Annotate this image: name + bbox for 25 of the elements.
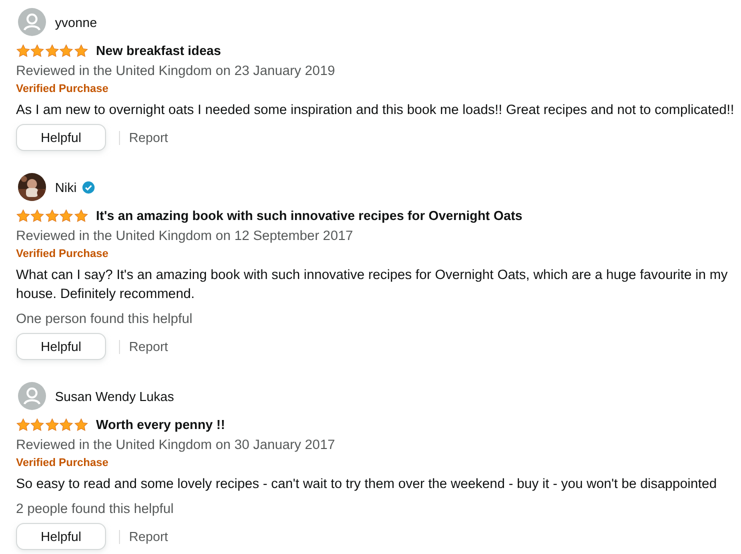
helpful-count: 2 people found this helpful bbox=[16, 500, 175, 518]
author-name: Susan Wendy Lukas bbox=[55, 388, 174, 404]
review-text: So easy to read and some lovely recipes - can't wait to try them over the weekend - buy it - you won't be disappointed bbox=[16, 475, 718, 493]
author-name: Niki bbox=[55, 180, 77, 194]
review-date: Reviewed in the United Kingdom on 12 September 2017 bbox=[16, 227, 354, 245]
report-link[interactable]: Report bbox=[129, 130, 168, 145]
review-title: Worth every penny !! bbox=[96, 417, 226, 432]
review-date: Reviewed in the United Kingdom on 30 January 2017 bbox=[16, 436, 336, 454]
review-text: What can I say? It's an amazing book with such innovative recipes for Overnight Oats, which are a huge favourite in my house. Definitely recommend. bbox=[16, 266, 729, 303]
review-title: It's an amazing book with such innovative recipes for Overnight Oats bbox=[96, 208, 522, 223]
verified-purchase-label: Verified Purchase bbox=[16, 82, 110, 97]
report-link[interactable]: Report bbox=[129, 339, 168, 354]
report-link[interactable]: Report bbox=[129, 529, 168, 544]
helpful-button[interactable]: Helpful bbox=[16, 523, 106, 550]
review-date: Reviewed in the United Kingdom on 23 January 2019 bbox=[16, 62, 336, 80]
verified-purchase-label: Verified Purchase bbox=[16, 247, 110, 262]
review-text: As I am new to overnight oats I needed some inspiration and this book me loads!! Great recipes and not to complicated!! bbox=[16, 101, 735, 119]
helpful-button[interactable]: Helpful bbox=[16, 124, 106, 151]
helpful-button[interactable]: Helpful bbox=[16, 333, 106, 360]
review-title: New breakfast ideas bbox=[96, 43, 222, 58]
avatar-icon bbox=[18, 8, 46, 36]
author-name: yvonne bbox=[55, 14, 97, 30]
avatar-icon bbox=[18, 382, 46, 410]
helpful-count: One person found this helpful bbox=[16, 310, 194, 328]
verified-purchase-label: Verified Purchase bbox=[16, 456, 110, 471]
